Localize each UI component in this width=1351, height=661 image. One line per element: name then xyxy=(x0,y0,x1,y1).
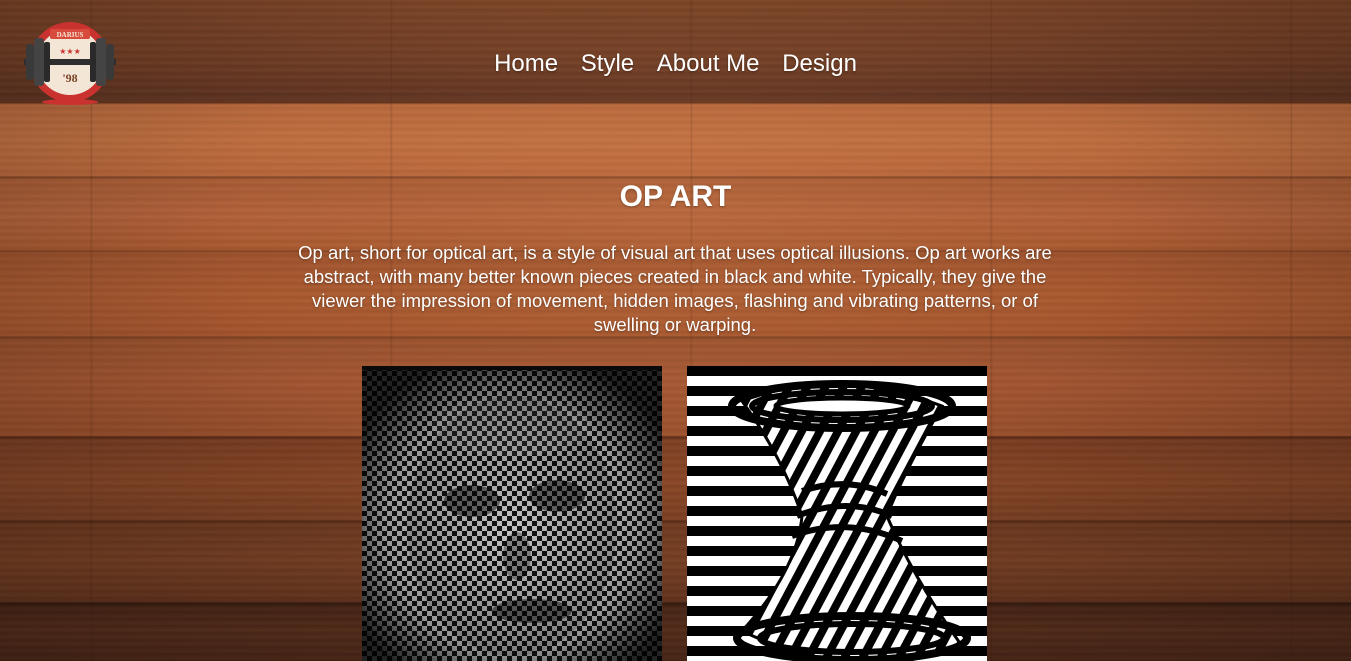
op-art-face-checker-image xyxy=(362,366,662,661)
nav-item-home[interactable]: Home xyxy=(494,50,558,77)
nav-item-about-me[interactable]: About Me xyxy=(657,50,760,77)
page-description: Op art, short for optical art, is a styl… xyxy=(298,242,1052,335)
page-title: OP ART xyxy=(619,180,732,213)
logo-top-text: DARIUS xyxy=(57,31,84,39)
striped-vortex-illustration xyxy=(687,366,987,661)
main-nav: Home Style About Me Design xyxy=(0,50,1351,78)
nav-item-style[interactable]: Style xyxy=(581,50,634,77)
site-header: ★★★ DARIUS '98 Home Style About Me Desig… xyxy=(0,0,1351,105)
op-art-striped-vortex-image xyxy=(687,366,987,661)
checker-face-illustration xyxy=(362,366,662,661)
nav-item-design[interactable]: Design xyxy=(782,50,857,77)
